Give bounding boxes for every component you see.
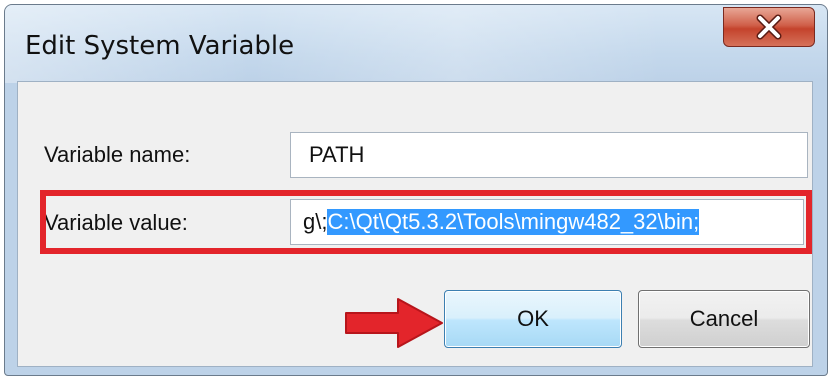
close-icon — [755, 14, 783, 40]
ok-button[interactable]: OK — [444, 290, 622, 348]
title-bar[interactable]: Edit System Variable — [5, 5, 827, 83]
variable-value-highlight-box — [40, 190, 812, 254]
ok-button-label: OK — [517, 306, 549, 331]
arrow-right-icon — [345, 298, 443, 348]
variable-name-label: Variable name: — [44, 142, 191, 167]
edit-system-variable-dialog: Edit System Variable Variable name: PATH… — [4, 4, 828, 376]
dialog-body: Variable name: PATH Variable value: g\; C… — [17, 81, 813, 367]
variable-name-field[interactable]: PATH — [290, 132, 808, 178]
dialog-title: Edit System Variable — [25, 31, 295, 61]
cancel-button[interactable]: Cancel — [638, 290, 810, 348]
variable-name-text: PATH — [309, 142, 365, 167]
close-button[interactable] — [723, 7, 815, 47]
cancel-button-label: Cancel — [689, 306, 759, 331]
